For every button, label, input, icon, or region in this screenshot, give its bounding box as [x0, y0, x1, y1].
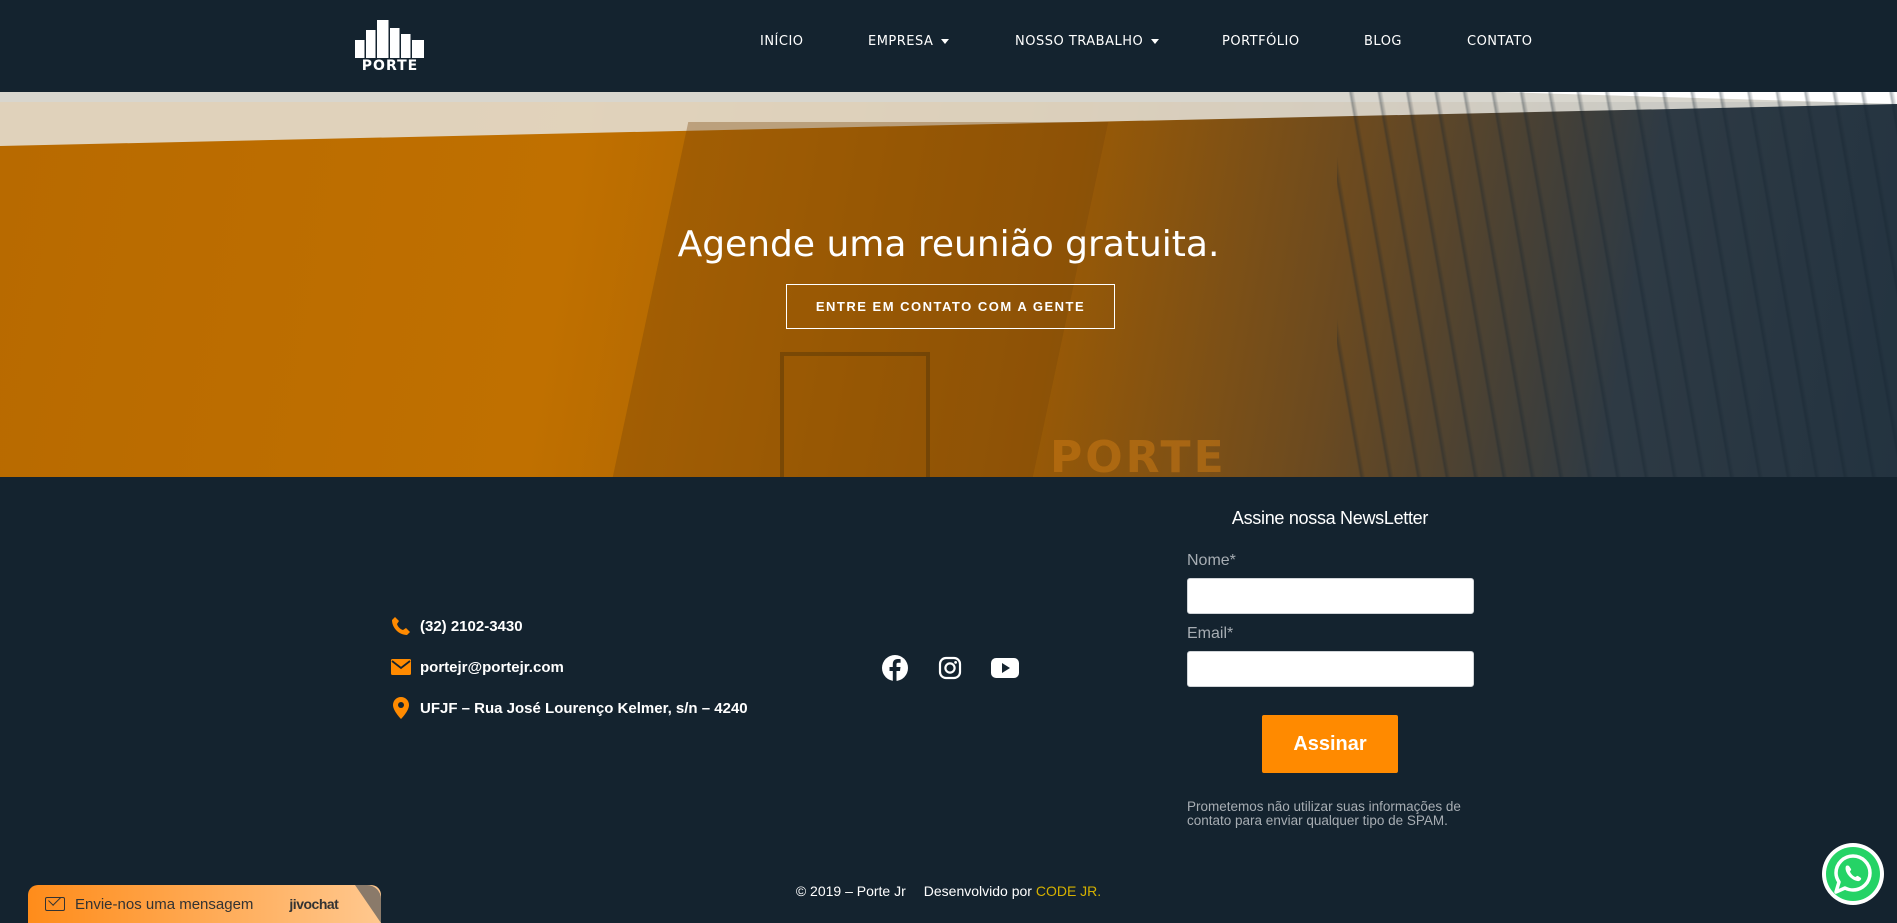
name-label: Nome* — [1187, 552, 1236, 569]
contact-email-text: portejr@portejr.com — [420, 658, 564, 676]
contact-address: UFJF – Rua José Lourenço Kelmer, s/n – 4… — [390, 697, 748, 719]
newsletter-title: Assine nossa NewsLetter — [1231, 508, 1429, 528]
nav-label: PORTFÓLIO — [1222, 34, 1300, 49]
whatsapp-icon[interactable] — [1822, 843, 1884, 905]
youtube-icon[interactable] — [991, 654, 1019, 682]
newsletter-privacy-note: Prometemos não utilizar suas informações… — [1187, 799, 1461, 828]
chat-widget[interactable]: Envie-nos uma mensagem jivochat — [28, 885, 381, 923]
chevron-down-icon — [941, 39, 950, 44]
cta-hero-section: PORTE Agende uma reunião gratuita. ENTRE… — [0, 92, 1897, 477]
facebook-icon[interactable] — [881, 654, 909, 682]
chat-widget-message: Envie-nos uma mensagem — [75, 895, 254, 913]
map-pin-icon — [390, 697, 412, 719]
contact-us-button[interactable]: ENTRE EM CONTATO COM A GENTE — [786, 284, 1115, 329]
nav-contato[interactable]: CONTATO — [1467, 34, 1533, 49]
hero-background-logo: PORTE — [1050, 432, 1227, 477]
contact-email[interactable]: portejr@portejr.com — [390, 656, 564, 678]
nav-label: CONTATO — [1467, 34, 1533, 49]
mail-icon — [45, 897, 65, 911]
name-field[interactable] — [1187, 578, 1474, 614]
developer-link[interactable]: CODE JR. — [1036, 883, 1101, 899]
envelope-icon — [390, 656, 412, 678]
nav-label: NOSSO TRABALHO — [1015, 34, 1144, 49]
subscribe-button[interactable]: Assinar — [1262, 715, 1398, 773]
hero-title: Agende uma reunião gratuita. — [677, 224, 1220, 265]
nav-label: INÍCIO — [760, 34, 804, 49]
contact-phone[interactable]: (32) 2102-3430 — [390, 615, 523, 637]
site-header: PORTE INÍCIO EMPRESA NOSSO TRABALHO PORT… — [0, 0, 1897, 92]
nav-label: EMPRESA — [868, 34, 934, 49]
hero-wall-texture — [1337, 92, 1897, 477]
logo-wordmark: PORTE — [361, 58, 419, 74]
nav-inicio[interactable]: INÍCIO — [760, 34, 804, 49]
contact-address-text: UFJF – Rua José Lourenço Kelmer, s/n – 4… — [420, 699, 748, 717]
email-field[interactable] — [1187, 651, 1474, 687]
developed-by-text: Desenvolvido por — [923, 883, 1032, 899]
phone-icon — [390, 615, 412, 637]
chevron-down-icon — [1151, 39, 1160, 44]
instagram-icon[interactable] — [936, 654, 964, 682]
copyright-text: © 2019 – Porte Jr — [795, 883, 906, 899]
nav-label: BLOG — [1364, 34, 1403, 49]
nav-blog[interactable]: BLOG — [1364, 34, 1402, 49]
nav-portfolio[interactable]: PORTFÓLIO — [1222, 34, 1300, 49]
hero-doorframe — [780, 352, 930, 477]
contact-phone-text: (32) 2102-3430 — [420, 617, 523, 635]
email-label: Email* — [1187, 625, 1234, 642]
main-nav: INÍCIO EMPRESA NOSSO TRABALHO PORTFÓLIO … — [0, 34, 1897, 54]
chat-widget-corner — [355, 885, 381, 923]
nav-nosso-trabalho[interactable]: NOSSO TRABALHO — [1015, 34, 1160, 49]
nav-empresa[interactable]: EMPRESA — [868, 34, 950, 49]
chat-widget-brand: jivochat — [289, 896, 339, 912]
